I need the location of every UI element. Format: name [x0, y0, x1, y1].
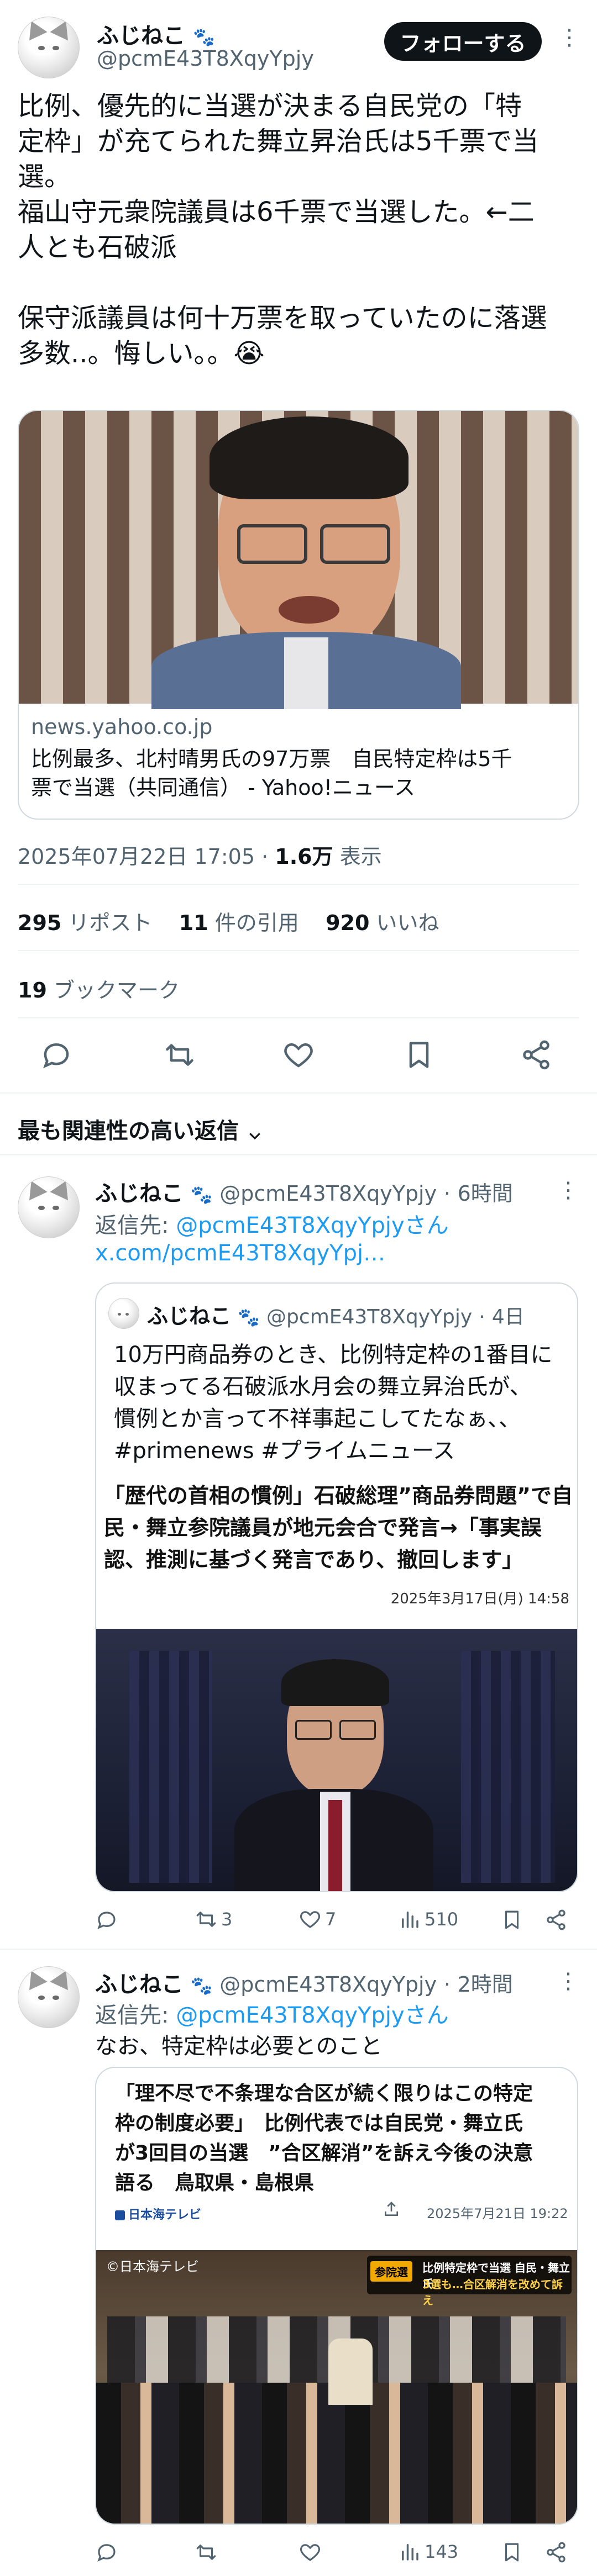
reply1-reply-to: 返信先: @pcmE43T8XqyYpjyさん: [95, 1213, 449, 1238]
reply2-author-name[interactable]: ふじねこ: [95, 1972, 184, 1997]
reply1-time[interactable]: 6時間: [458, 1181, 513, 1206]
views-chart-icon: [398, 1908, 421, 1931]
link-card-image: [19, 411, 578, 709]
reply2-bookmark-icon[interactable]: [500, 2541, 523, 2564]
bookmark-icon[interactable]: [402, 1038, 436, 1071]
embed-date: 2025年7月21日 19:22: [427, 2206, 568, 2221]
reposts-stat[interactable]: 295 リポスト: [18, 911, 152, 935]
reply2-author-handle[interactable]: @pcmE43T8XqyYpjy: [219, 1972, 437, 1997]
reply1-header: ふじねこ 🐾 @pcmE43T8XqyYpjy · 6時間: [95, 1181, 513, 1206]
reply2-header: ふじねこ 🐾 @pcmE43T8XqyYpjy · 2時間: [95, 1972, 513, 1997]
author-name[interactable]: ふじねこ 🐾: [97, 18, 215, 50]
embed-banner: 参院選 比例特定枠で当選 自民・舞立氏 3選も…合区解消を改めて訴え: [367, 2256, 572, 2307]
embed-title: 「理不尽で不条理な合区が続く限りはこの特定 枠の制度必要」 比例代表では自民党・…: [115, 2082, 533, 2194]
reply2-reply-to: 返信先: @pcmE43T8XqyYpjyさん: [95, 2003, 449, 2028]
more-options-icon[interactable]: ⋮: [558, 27, 580, 54]
reply2-reply-icon[interactable]: [95, 2541, 118, 2564]
follow-button[interactable]: フォローする: [384, 22, 542, 61]
reply1-share-icon[interactable]: [544, 1908, 568, 1931]
link-card-title: 比例最多、北村晴男氏の97万票 自民特定枠は5千 票で当選（共同通信） - Ya…: [31, 747, 512, 800]
reply-icon[interactable]: [40, 1038, 73, 1071]
reply2-repost-icon[interactable]: [195, 2541, 218, 2564]
bookmarks-stat[interactable]: 19 ブックマーク: [18, 973, 180, 1004]
reply1-views-button[interactable]: 510: [398, 1907, 458, 1932]
link-card-domain: news.yahoo.co.jp: [31, 715, 213, 739]
quoted-news-image: 「歴代の首相の慣例」石破総理”商品券問題”で自 民・舞立参院議員が地元会合で発言…: [96, 1474, 577, 1891]
link-card[interactable]: news.yahoo.co.jp 比例最多、北村晴男氏の97万票 自民特定枠は5…: [18, 410, 579, 820]
reply1-reply-icon[interactable]: [95, 1908, 118, 1931]
like-icon: [298, 1908, 322, 1931]
paw-icon: 🐾: [192, 27, 215, 47]
embed-photo-credit: ©日本海テレビ: [106, 2259, 199, 2274]
quoted-time: 4日: [491, 1306, 525, 1328]
like-icon[interactable]: [282, 1038, 315, 1071]
reply1-author-handle[interactable]: @pcmE43T8XqyYpjy: [219, 1181, 437, 1206]
reply1-author-name[interactable]: ふじねこ: [95, 1181, 184, 1206]
embed-share-icon[interactable]: [383, 2200, 400, 2218]
reply1-avatar[interactable]: [18, 1176, 80, 1238]
author-handle[interactable]: @pcmE43T8XqyYpjy: [97, 46, 314, 71]
embed-source: 日本海テレビ: [115, 2205, 201, 2223]
paw-icon: 🐾: [190, 1184, 213, 1205]
tweet-text: 比例、優先的に当選が決まる自民党の「特 定枠」が充てられた舞立昇治氏は5千票で当…: [18, 91, 547, 369]
reply1-like-button[interactable]: 7: [298, 1907, 336, 1932]
reply2-time[interactable]: 2時間: [458, 1972, 513, 1997]
paw-icon: 🐾: [238, 1307, 260, 1328]
views-chart-icon: [398, 2540, 421, 2563]
replies-sort-dropdown[interactable]: 最も関連性の高い返信: [18, 1113, 263, 1145]
reply1-reply-to-handle[interactable]: @pcmE43T8XqyYpjyさん: [176, 1213, 448, 1238]
quoted-text: 10万円商品券のとき、比例特定枠の1番目に 収まってる石破派水月会の舞立昇治氏が…: [114, 1342, 553, 1464]
reply2-embed-card[interactable]: 「理不尽で不条理な合区が続く限りはこの特定 枠の制度必要」 比例代表では自民党・…: [95, 2067, 578, 2525]
repost-icon[interactable]: [163, 1038, 196, 1071]
chevron-down-icon: [247, 1124, 263, 1141]
embed-banner-tag: 参院選: [370, 2261, 412, 2282]
news-headline: 「歴代の首相の慣例」石破総理”商品券問題”で自 民・舞立参院議員が地元会合で発言…: [104, 1484, 573, 1572]
quoted-author-name: ふじねこ: [147, 1304, 232, 1328]
news-photo: [96, 1629, 577, 1891]
quotes-stat[interactable]: 11 件の引用: [179, 911, 299, 935]
reply2-text: なお、特定枠は必要とのこと: [95, 2034, 383, 2059]
author-avatar[interactable]: [18, 17, 80, 78]
reply1-link[interactable]: x.com/pcmE43T8XqyYpj…: [95, 1241, 385, 1266]
reply2-like-icon[interactable]: [298, 2541, 322, 2564]
reply2-share-icon[interactable]: [544, 2541, 568, 2564]
likes-stat[interactable]: 920 いいね: [326, 911, 439, 935]
news-date: 2025年3月17日(月) 14:58: [390, 1591, 569, 1607]
repost-icon: [195, 1908, 218, 1931]
quoted-tweet-card[interactable]: ふじねこ 🐾 @pcmE43T8XqyYpjy · 4日 10万円商品券のとき、…: [95, 1282, 578, 1892]
embed-banner-line2: 3選も…合区解消を改めて訴え: [422, 2278, 563, 2307]
stats-row: 295 リポスト 11 件の引用 920 いいね: [18, 906, 439, 936]
tweet-timestamp: 2025年07月22日 17:05 · 1.6万 表示: [18, 844, 382, 869]
reply1-more-icon[interactable]: ⋮: [557, 1178, 579, 1203]
reply1-bookmark-icon[interactable]: [500, 1908, 523, 1931]
ntv-logo-icon: [115, 2210, 125, 2220]
quoted-avatar: [108, 1298, 139, 1329]
reply2-reply-to-handle[interactable]: @pcmE43T8XqyYpjyさん: [176, 2003, 448, 2028]
reply2-avatar[interactable]: [18, 1966, 80, 2028]
reply1-repost-button[interactable]: 3: [195, 1907, 232, 1932]
share-icon[interactable]: [520, 1038, 553, 1071]
views-count: 1.6万: [275, 844, 333, 869]
reply2-more-icon[interactable]: ⋮: [557, 1968, 579, 1994]
embed-photo: ©日本海テレビ 参院選 比例特定枠で当選 自民・舞立氏 3選も…合区解消を改めて…: [96, 2250, 577, 2524]
quoted-author-handle: @pcmE43T8XqyYpjy: [266, 1306, 473, 1328]
paw-icon: 🐾: [190, 1975, 213, 1996]
reply2-views-button[interactable]: 143: [398, 2539, 458, 2564]
